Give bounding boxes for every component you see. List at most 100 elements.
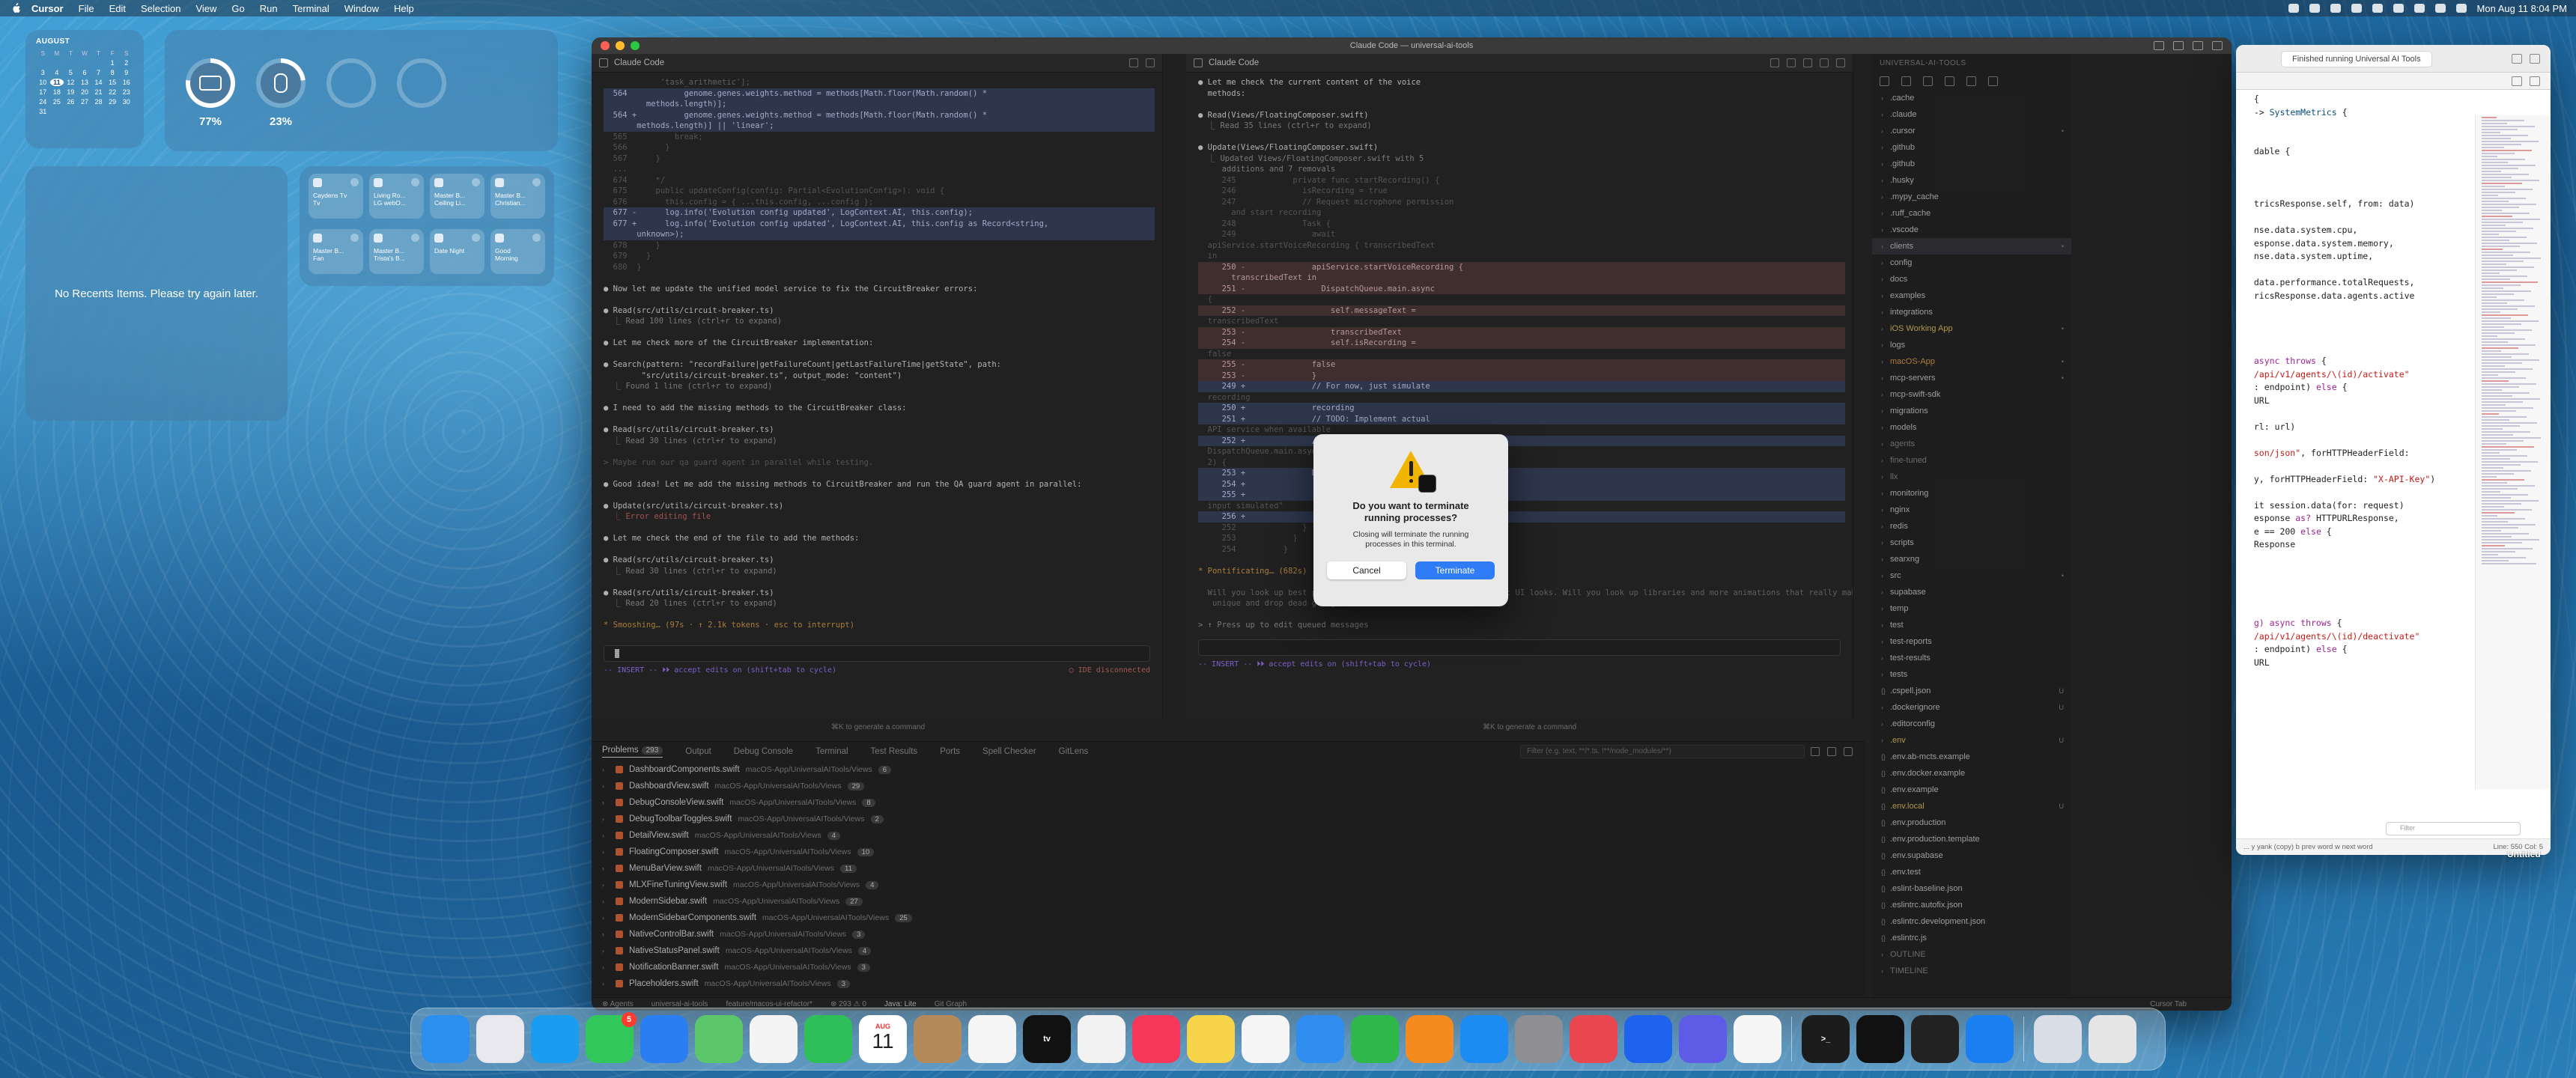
status-cursor-tab[interactable]: Cursor Tab	[2150, 1000, 2187, 1008]
explorer-item[interactable]: {} .eslintrc.js	[1872, 930, 2071, 946]
more-icon[interactable]	[1146, 58, 1155, 67]
tab-terminal[interactable]: Terminal	[815, 747, 848, 756]
timeline-section[interactable]: › TIMELINE	[1872, 963, 2071, 979]
toggle-icon[interactable]	[411, 178, 419, 186]
explorer-item[interactable]: › mcp-servers •	[1872, 370, 2071, 386]
tab-claude-code[interactable]: Claude Code	[1209, 58, 1259, 67]
screenshot-folder-icon[interactable]	[2034, 1015, 2082, 1063]
explorer-item[interactable]: › fine-tuned	[1872, 452, 2071, 469]
explorer-item[interactable]: › .editorconfig	[1872, 716, 2071, 732]
explorer-item[interactable]: › .ruff_cache	[1872, 205, 2071, 222]
wifi-icon[interactable]	[2393, 4, 2404, 13]
problem-file-row[interactable]: › Placeholders.swift macOS-App/UniversalAI…	[592, 975, 1865, 992]
explorer-item[interactable]: {} .env.production.template	[1872, 831, 2071, 847]
problem-file-row[interactable]: › MenuBarView.swift macOS-App/UniversalAIT…	[592, 860, 1865, 877]
menu-item-view[interactable]: View	[195, 3, 216, 14]
status-icon[interactable]	[2309, 4, 2320, 13]
problem-file-row[interactable]: › FloatingComposer.swift macOS-App/Univers…	[592, 844, 1865, 860]
home-accessory-tile[interactable]: Caydens Tv Tv	[309, 174, 363, 219]
finder-icon[interactable]	[422, 1015, 470, 1063]
reminders-icon[interactable]	[968, 1015, 1016, 1063]
source-control-icon[interactable]	[1923, 76, 1933, 86]
explorer-item[interactable]: › .env U	[1872, 732, 2071, 749]
contacts-icon[interactable]	[914, 1015, 962, 1063]
explorer-item[interactable]: › .dockerignore U	[1872, 699, 2071, 716]
explorer-item[interactable]: › searxng	[1872, 551, 2071, 567]
safari-icon[interactable]	[531, 1015, 579, 1063]
explorer-item[interactable]: {} .env.example	[1872, 782, 2071, 798]
control-center-icon[interactable]	[2434, 4, 2446, 13]
facetime-icon[interactable]	[804, 1015, 852, 1063]
explorer-item[interactable]: {} .env.docker.example	[1872, 765, 2071, 782]
system-settings-icon[interactable]	[1515, 1015, 1563, 1063]
problem-file-row[interactable]: › ModernSidebar.swift macOS-App/UniversalA…	[592, 893, 1865, 910]
menu-item-help[interactable]: Help	[394, 3, 414, 14]
explorer-item[interactable]: › temp	[1872, 600, 2071, 617]
problem-file-row[interactable]: › DetailView.swift macOS-App/UniversalAITo…	[592, 827, 1865, 844]
explorer-item[interactable]: › nginx	[1872, 502, 2071, 518]
collapse-icon[interactable]	[1811, 747, 1820, 756]
minimap[interactable]	[2475, 115, 2551, 789]
terminate-button[interactable]: Terminate	[1415, 561, 1495, 579]
problem-file-row[interactable]: › ModernSidebarComponents.swift macOS-App/…	[592, 910, 1865, 926]
explorer-item[interactable]: › macOS-App •	[1872, 353, 2071, 370]
menu-item-window[interactable]: Window	[344, 3, 379, 14]
problem-file-row[interactable]: › NotificationBanner.swift macOS-App/Unive…	[592, 959, 1865, 975]
close-panel-icon[interactable]	[1844, 747, 1853, 756]
files-icon[interactable]	[1880, 76, 1889, 86]
explorer-item[interactable]: › .mypy_cache	[1872, 189, 2071, 205]
chatgpt-icon[interactable]	[1856, 1015, 1904, 1063]
problem-file-row[interactable]: › NativeStatusPanel.swift macOS-App/Univer…	[592, 943, 1865, 959]
toggle-sidebar-icon[interactable]	[2154, 41, 2164, 50]
explorer-item[interactable]: › logs	[1872, 337, 2071, 353]
home-accessory-tile[interactable]: Date Night	[430, 229, 484, 274]
explorer-item[interactable]: › test-results	[1872, 650, 2071, 666]
status-icon[interactable]	[2330, 4, 2341, 13]
home-accessory-tile[interactable]: Master B... Christian...	[490, 174, 545, 219]
menu-item-edit[interactable]: Edit	[109, 3, 126, 14]
tab-test-results[interactable]: Test Results	[871, 747, 918, 756]
tab-claude-code[interactable]: Claude Code	[614, 58, 664, 67]
tab-ports[interactable]: Ports	[940, 747, 960, 756]
more-icon[interactable]	[1836, 58, 1845, 67]
home-accessory-tile[interactable]: Living Ro... LG webO...	[369, 174, 424, 219]
explorer-item[interactable]: {} .env.local U	[1872, 798, 2071, 814]
explorer-item[interactable]: {} .env.supabase	[1872, 847, 2071, 864]
menu-clock[interactable]: Mon Aug 11 8:04 PM	[2477, 3, 2567, 14]
trash-icon[interactable]	[1803, 58, 1812, 67]
lock-icon[interactable]	[1129, 58, 1138, 67]
launchpad-icon[interactable]	[476, 1015, 524, 1063]
terminal-input[interactable]	[604, 645, 1150, 662]
mail-icon[interactable]	[640, 1015, 688, 1063]
explorer-item[interactable]: › migrations	[1872, 403, 2071, 419]
explorer-item[interactable]: › clients •	[1872, 238, 2071, 255]
explorer-item[interactable]: › agents	[1872, 436, 2071, 452]
split-icon[interactable]	[1787, 58, 1796, 67]
explorer-item[interactable]: › examples	[1872, 287, 2071, 304]
add-editor-icon[interactable]	[2530, 76, 2540, 86]
explorer-item[interactable]: › integrations	[1872, 304, 2071, 320]
ollama-icon[interactable]	[1734, 1015, 1781, 1063]
home-accessory-tile[interactable]: Master B... Fan	[309, 229, 363, 274]
explorer-item[interactable]: › scripts	[1872, 535, 2071, 551]
menu-item-file[interactable]: File	[79, 3, 94, 14]
search-icon[interactable]	[2414, 4, 2425, 13]
explorer-item[interactable]: › .cache	[1872, 90, 2071, 106]
activity-status[interactable]: Finished running Universal AI Tools	[2281, 51, 2432, 67]
toggle-icon[interactable]	[472, 234, 480, 242]
problem-file-row[interactable]: › DashboardComponents.swift macOS-App/Univ…	[592, 761, 1865, 778]
explorer-item[interactable]: › .claude	[1872, 106, 2071, 123]
status-icon[interactable]	[2372, 4, 2383, 13]
menu-item-go[interactable]: Go	[231, 3, 244, 14]
terminal-input[interactable]	[1198, 639, 1841, 656]
cancel-button[interactable]: Cancel	[1327, 561, 1406, 579]
explorer-item[interactable]: › mcp-swift-sdk	[1872, 386, 2071, 403]
explorer-item[interactable]: {} .env.test	[1872, 864, 2071, 880]
new-terminal-icon[interactable]	[1770, 58, 1779, 67]
tv-icon[interactable]: tv	[1023, 1015, 1071, 1063]
problem-file-row[interactable]: › DebugConsoleView.swift macOS-App/Univers…	[592, 794, 1865, 811]
siri-icon[interactable]	[2455, 4, 2467, 13]
explorer-item[interactable]: › redis	[1872, 518, 2071, 535]
menu-item-terminal[interactable]: Terminal	[293, 3, 329, 14]
terminal-pane-left[interactable]: Claude Code 'task_arithmetic']; 564 geno…	[592, 54, 1163, 719]
